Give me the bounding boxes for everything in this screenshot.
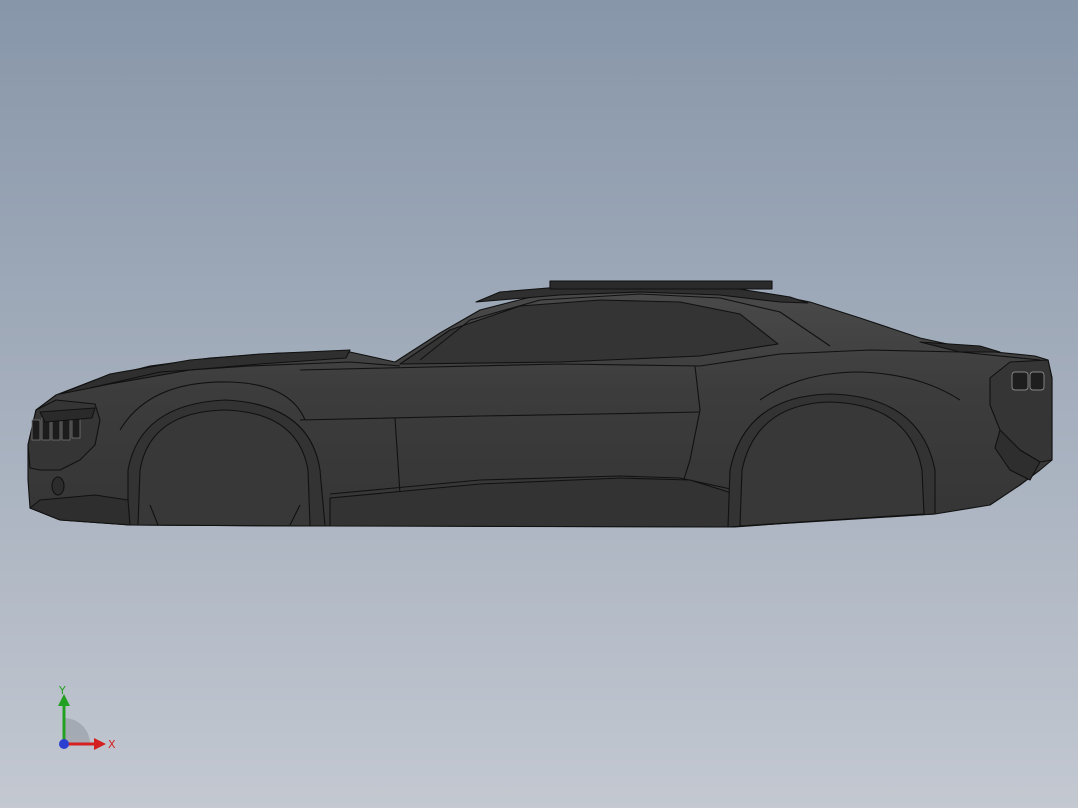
triad-quadrant [64,718,90,744]
roof-rail [549,280,773,290]
x-axis-arrowhead [94,738,106,750]
z-axis-dot [59,739,69,749]
graphics-viewport[interactable]: Y X [0,0,1078,808]
x-axis-label: X [108,738,116,751]
car-body-model[interactable] [0,0,1078,808]
y-axis-label: Y [58,684,66,697]
fog-lamp [51,476,65,496]
axis-triad: Y X [44,684,124,754]
tail-lights [1011,371,1045,391]
front-wheel [137,409,311,527]
